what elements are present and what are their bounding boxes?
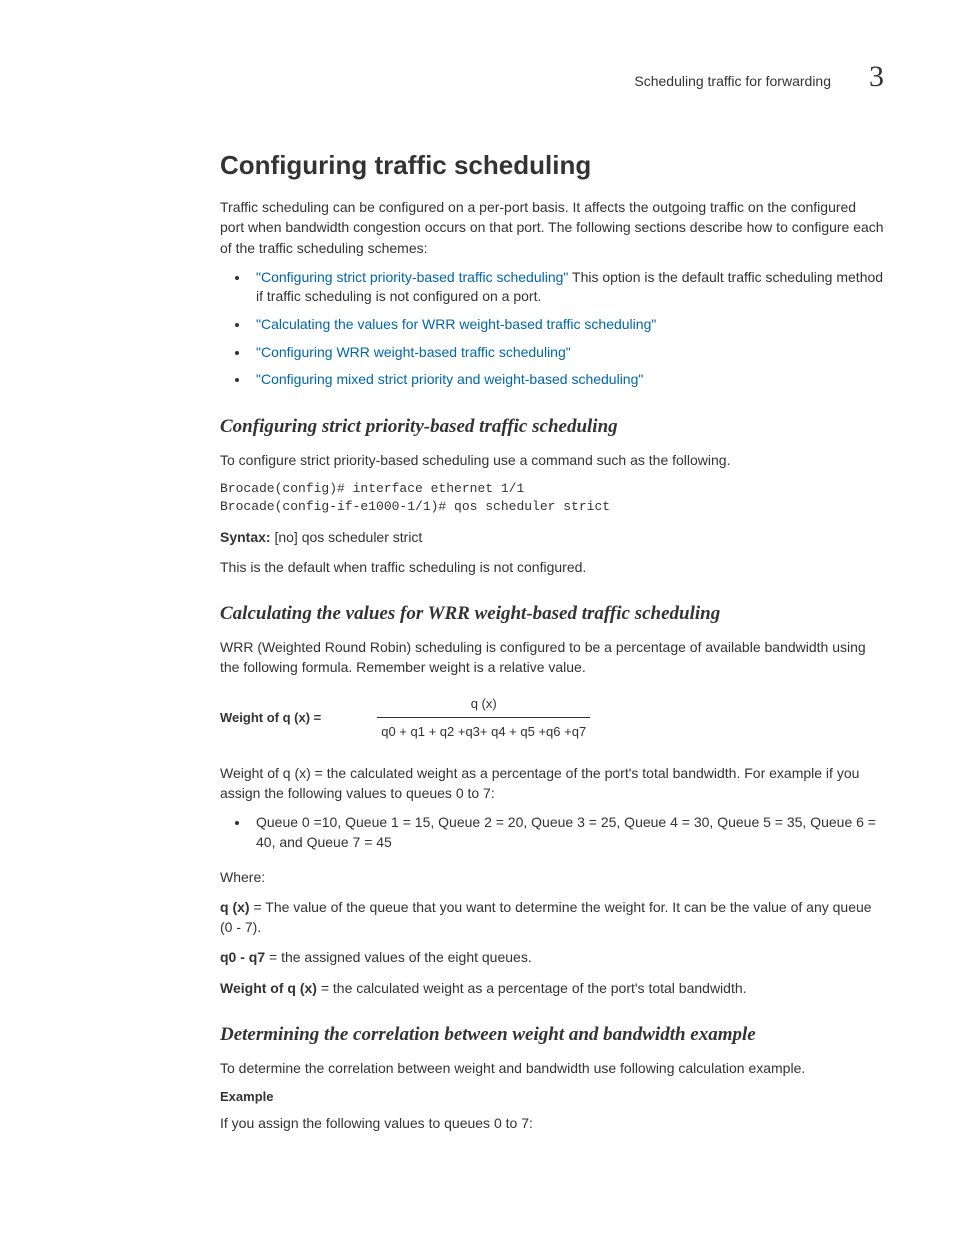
term-body: = the calculated weight as a percentage … <box>317 980 747 996</box>
list-item-text: Queue 0 =10, Queue 1 = 15, Queue 2 = 20,… <box>256 814 876 850</box>
body-text: Weight of q (x) = the calculated weight … <box>220 763 884 804</box>
xref-link[interactable]: "Configuring strict priority-based traff… <box>256 269 568 285</box>
term-body: = The value of the queue that you want t… <box>220 899 872 935</box>
term-name: Weight of q (x) <box>220 980 317 996</box>
xref-link[interactable]: "Configuring WRR weight-based traffic sc… <box>256 344 571 360</box>
subsection-heading: Determining the correlation between weig… <box>220 1024 884 1046</box>
body-text: WRR (Weighted Round Robin) scheduling is… <box>220 637 884 678</box>
term-name: q (x) <box>220 899 250 915</box>
section-intro: Traffic scheduling can be configured on … <box>220 197 884 258</box>
chapter-number: 3 <box>869 60 884 94</box>
page-content: Scheduling traffic for forwarding 3 Conf… <box>0 0 954 1223</box>
syntax-line: Syntax: [no] qos scheduler strict <box>220 527 884 547</box>
example-label: Example <box>220 1088 884 1107</box>
list-item: "Configuring WRR weight-based traffic sc… <box>250 343 884 363</box>
list-item: Queue 0 =10, Queue 1 = 15, Queue 2 = 20,… <box>250 813 884 852</box>
term-body: = the assigned values of the eight queue… <box>265 949 532 965</box>
formula-denominator: q0 + q1 + q2 +q3+ q4 + q5 +q6 +q7 <box>377 722 590 739</box>
definition: q0 - q7 = the assigned values of the eig… <box>220 947 884 967</box>
fraction-line <box>377 717 590 718</box>
body-text: This is the default when traffic schedul… <box>220 557 884 577</box>
body-text: To determine the correlation between wei… <box>220 1058 884 1078</box>
scheme-list: "Configuring strict priority-based traff… <box>220 268 884 390</box>
definition: q (x) = The value of the queue that you … <box>220 897 884 938</box>
queue-values-list: Queue 0 =10, Queue 1 = 15, Queue 2 = 20,… <box>220 813 884 852</box>
syntax-body: [no] qos scheduler strict <box>271 529 423 545</box>
formula-fraction: q (x) q0 + q1 + q2 +q3+ q4 + q5 +q6 +q7 <box>377 696 590 739</box>
xref-link[interactable]: "Configuring mixed strict priority and w… <box>256 371 643 387</box>
formula-numerator: q (x) <box>377 696 590 715</box>
subsection-heading: Calculating the values for WRR weight-ba… <box>220 603 884 625</box>
where-label: Where: <box>220 867 884 887</box>
formula-lhs: Weight of q (x) = <box>220 710 321 725</box>
definition: Weight of q (x) = the calculated weight … <box>220 978 884 998</box>
subsection-heading: Configuring strict priority-based traffi… <box>220 416 884 438</box>
section-heading: Configuring traffic scheduling <box>220 150 884 181</box>
code-block: Brocade(config)# interface ethernet 1/1 … <box>220 480 884 516</box>
formula: Weight of q (x) = q (x) q0 + q1 + q2 +q3… <box>220 696 884 739</box>
list-item: "Calculating the values for WRR weight-b… <box>250 315 884 335</box>
term-name: q0 - q7 <box>220 949 265 965</box>
xref-link[interactable]: "Calculating the values for WRR weight-b… <box>256 316 656 332</box>
body-text: If you assign the following values to qu… <box>220 1113 884 1133</box>
syntax-label: Syntax: <box>220 529 271 545</box>
list-item: "Configuring mixed strict priority and w… <box>250 370 884 390</box>
running-header: Scheduling traffic for forwarding 3 <box>220 60 884 94</box>
list-item: "Configuring strict priority-based traff… <box>250 268 884 307</box>
body-text: To configure strict priority-based sched… <box>220 450 884 470</box>
running-title: Scheduling traffic for forwarding <box>634 73 831 89</box>
